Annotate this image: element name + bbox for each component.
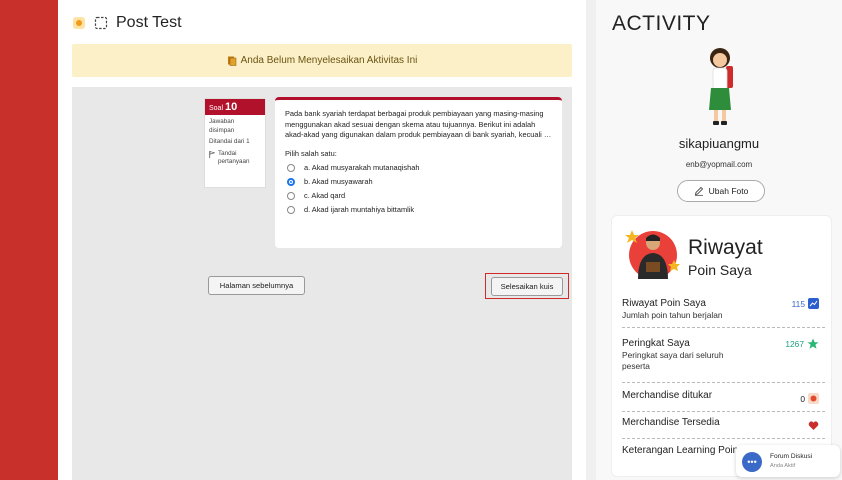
question-label: Soal (209, 105, 224, 112)
marked-status: Ditandai dari 1 (209, 138, 250, 145)
merch-available-title: Merchandise Tersedia (622, 417, 720, 428)
answer-option[interactable]: c. Akad qard (285, 191, 552, 200)
trend-chart-icon (808, 298, 819, 309)
change-photo-button[interactable]: Ubah Foto (677, 180, 765, 202)
page-header: Post Test (72, 12, 182, 34)
choose-one-label: Pilih salah satu: (285, 149, 337, 159)
answer-option-label: a. Akad musyarakah mutanaqishah (304, 163, 420, 173)
flag-icon (209, 150, 215, 158)
answer-options: a. Akad musyarakah mutanaqishah b. Akad m… (285, 163, 552, 214)
question-text: Pada bank syariah terdapat berbagai prod… (285, 109, 552, 140)
incomplete-banner: Anda Belum Menyelesaikan Aktivitas Ini (72, 44, 572, 77)
chat-bubble-icon: ••• (742, 452, 762, 472)
points-subtitle: Poin Saya (688, 262, 752, 278)
flag-question-label: Tandai pertanyaan (218, 149, 250, 166)
star-icon (807, 338, 819, 349)
question-number: 10 (225, 101, 238, 113)
radio-button[interactable] (287, 177, 295, 186)
points-history-row[interactable]: Riwayat Poin Saya Jumlah poin tahun berj… (622, 298, 825, 328)
rank-row[interactable]: Peringkat Saya Peringkat saya dari selur… (622, 338, 825, 383)
answer-option-label: b. Akad musyawarah (304, 177, 373, 187)
radio-button[interactable] (287, 205, 295, 214)
left-sidebar (0, 0, 58, 480)
answer-status: Jawaban disimpan (209, 118, 235, 134)
quiz-area: Soal 10 Jawaban disimpan Ditandai dari 1… (72, 87, 572, 480)
user-email: enb@yopmail.com (685, 160, 753, 169)
merch-redeemed-title: Merchandise ditukar (622, 390, 713, 401)
gift-icon (808, 393, 819, 404)
checkbox-dashed-icon[interactable] (94, 16, 108, 30)
activity-panel: ACTIVITY sikapiuangmu enb@yopmail.com Ub… (596, 0, 842, 480)
change-photo-label: Ubah Foto (708, 186, 749, 196)
username: sikapiuangmu (678, 136, 760, 151)
merch-redeemed-row[interactable]: Merchandise ditukar 0 (622, 390, 825, 412)
points-history-value: 115 (791, 298, 805, 309)
question-number-header: Soal 10 (205, 99, 265, 115)
points-illustration (625, 230, 680, 279)
merch-available-row[interactable]: Merchandise Tersedia (622, 417, 825, 439)
rank-value: 1267 (785, 339, 804, 349)
question-card: Pada bank syariah terdapat berbagai prod… (275, 97, 562, 248)
user-avatar (709, 48, 733, 125)
answer-option-label: c. Akad qard (304, 191, 346, 201)
document-icon (227, 56, 236, 66)
previous-page-button[interactable]: Halaman sebelumnya (208, 276, 305, 295)
forum-title: Forum Diskusi (770, 453, 813, 460)
finish-quiz-button[interactable]: Selesaikan kuis (491, 277, 563, 296)
answer-option[interactable]: d. Akad ijarah muntahiya bittamlik (285, 205, 552, 214)
activity-star-icon (73, 17, 85, 29)
radio-button[interactable] (287, 191, 295, 200)
main-content: Post Test Anda Belum Menyelesaikan Aktiv… (58, 0, 586, 480)
merch-redeemed-value: 0 (800, 393, 805, 404)
flag-question-link[interactable]: Tandai pertanyaan (205, 147, 265, 167)
points-card: Riwayat Poin Saya Riwayat Poin Saya Juml… (611, 215, 832, 477)
answer-option[interactable]: b. Akad musyawarah (285, 177, 552, 186)
forum-status: Anda Aktif (770, 463, 796, 469)
radio-button[interactable] (287, 163, 295, 172)
answer-option[interactable]: a. Akad musyarakah mutanaqishah (285, 163, 552, 172)
points-title: Riwayat (688, 236, 763, 259)
heart-icon (808, 421, 819, 430)
page-title: Post Test (116, 14, 182, 31)
rank-sub: Peringkat saya dari seluruh peserta (622, 350, 724, 372)
forum-widget[interactable]: ••• Forum Diskusi Anda Aktif (736, 445, 840, 477)
question-nav-card: Soal 10 Jawaban disimpan Ditandai dari 1… (204, 98, 266, 188)
banner-text: Anda Belum Menyelesaikan Aktivitas Ini (240, 55, 418, 66)
points-history-sub: Jumlah poin tahun berjalan (622, 310, 723, 320)
pencil-icon (694, 186, 703, 196)
answer-option-label: d. Akad ijarah muntahiya bittamlik (304, 205, 415, 215)
activity-title: ACTIVITY (612, 12, 711, 35)
